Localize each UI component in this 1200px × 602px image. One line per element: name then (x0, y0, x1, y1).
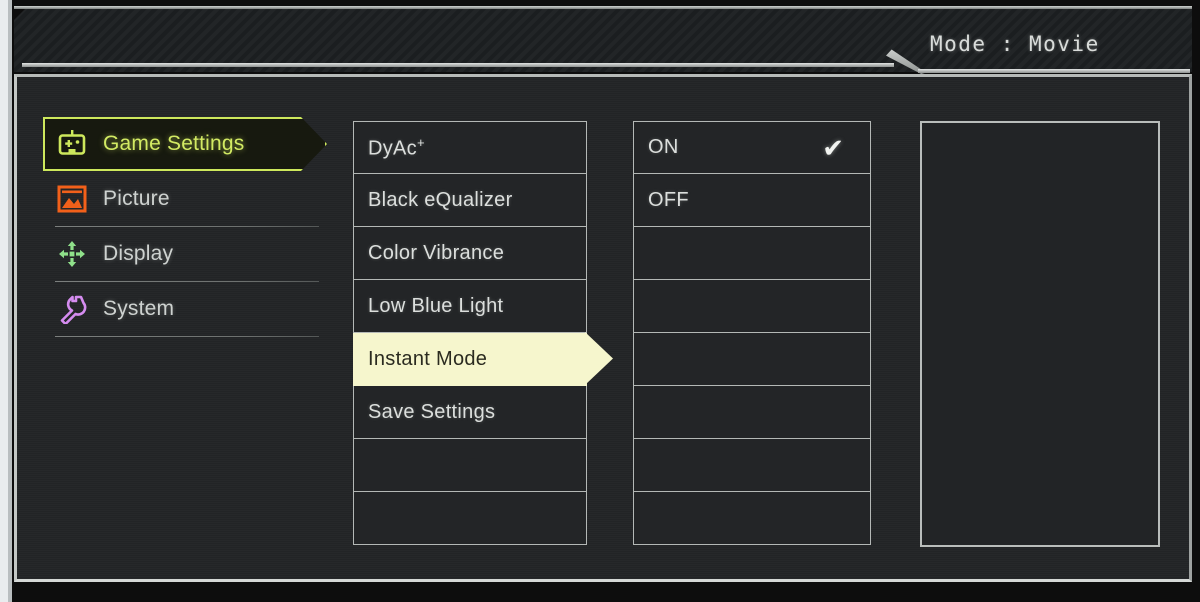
menu-row-label: Black eQualizer (368, 188, 513, 211)
wrench-icon (55, 292, 89, 326)
option-row-empty-5 (633, 439, 871, 492)
option-row-empty-4 (633, 386, 871, 439)
sidebar-item-picture[interactable]: Picture (43, 172, 333, 226)
option-row-empty-3 (633, 333, 871, 386)
picture-icon (55, 182, 89, 216)
menu-row-label: Low Blue Light (368, 294, 504, 317)
menu-row-empty-2 (353, 492, 587, 545)
selection-arrow-icon (585, 332, 613, 385)
checkmark-icon: ✔ (822, 132, 844, 163)
options-column: ON ✔ OFF (633, 121, 871, 545)
menu-row-label: Instant Mode (368, 347, 488, 370)
osd-main-panel: Game Settings Picture Display System DyA… (14, 74, 1192, 582)
sidebar: Game Settings Picture Display System (43, 117, 333, 337)
dyac-superscript: + (416, 134, 425, 150)
option-row-on[interactable]: ON ✔ (633, 121, 871, 174)
option-row-label: OFF (648, 188, 689, 211)
menu-row-low-blue-light[interactable]: Low Blue Light (353, 280, 587, 333)
option-row-empty-6 (633, 492, 871, 545)
monitor-photo-background: Mode : Movie Game Settings Picture Displ… (0, 0, 1200, 602)
sidebar-divider (55, 336, 319, 337)
option-row-off[interactable]: OFF (633, 174, 871, 227)
sidebar-item-label: Game Settings (103, 132, 245, 155)
sidebar-item-label: Picture (103, 187, 170, 210)
osd-main-inner-surface: Game Settings Picture Display System DyA… (17, 77, 1189, 579)
sidebar-item-display[interactable]: Display (43, 227, 333, 281)
settings-menu-column: DyAc+ Black eQualizer Color Vibrance Low… (353, 121, 613, 545)
menu-row-black-equalizer[interactable]: Black eQualizer (353, 174, 587, 227)
menu-row-instant-mode[interactable]: Instant Mode (353, 332, 613, 386)
menu-row-save-settings[interactable]: Save Settings (353, 386, 587, 439)
sidebar-item-game-settings[interactable]: Game Settings (43, 117, 333, 171)
osd-header-bottom-border-left (22, 63, 894, 67)
sidebar-item-label: System (103, 297, 175, 320)
menu-row-label: DyAc+ (368, 134, 425, 160)
menu-row-dyac[interactable]: DyAc+ (353, 121, 587, 174)
menu-row-color-vibrance[interactable]: Color Vibrance (353, 227, 587, 280)
resize-arrows-icon (55, 237, 89, 271)
sidebar-item-system[interactable]: System (43, 282, 333, 336)
preview-panel (920, 121, 1160, 547)
mode-label: Mode : Movie (930, 32, 1100, 56)
sidebar-item-label: Display (103, 242, 174, 265)
menu-row-label: Save Settings (368, 400, 496, 423)
option-row-label: ON (648, 136, 679, 158)
option-row-empty-1 (633, 227, 871, 280)
option-row-empty-2 (633, 280, 871, 333)
osd-header-bottom-border-right (918, 69, 1190, 73)
menu-row-empty-1 (353, 439, 587, 492)
menu-row-label: Color Vibrance (368, 241, 505, 264)
gamepad-icon (55, 127, 89, 161)
osd-header-top-border (14, 6, 1192, 9)
